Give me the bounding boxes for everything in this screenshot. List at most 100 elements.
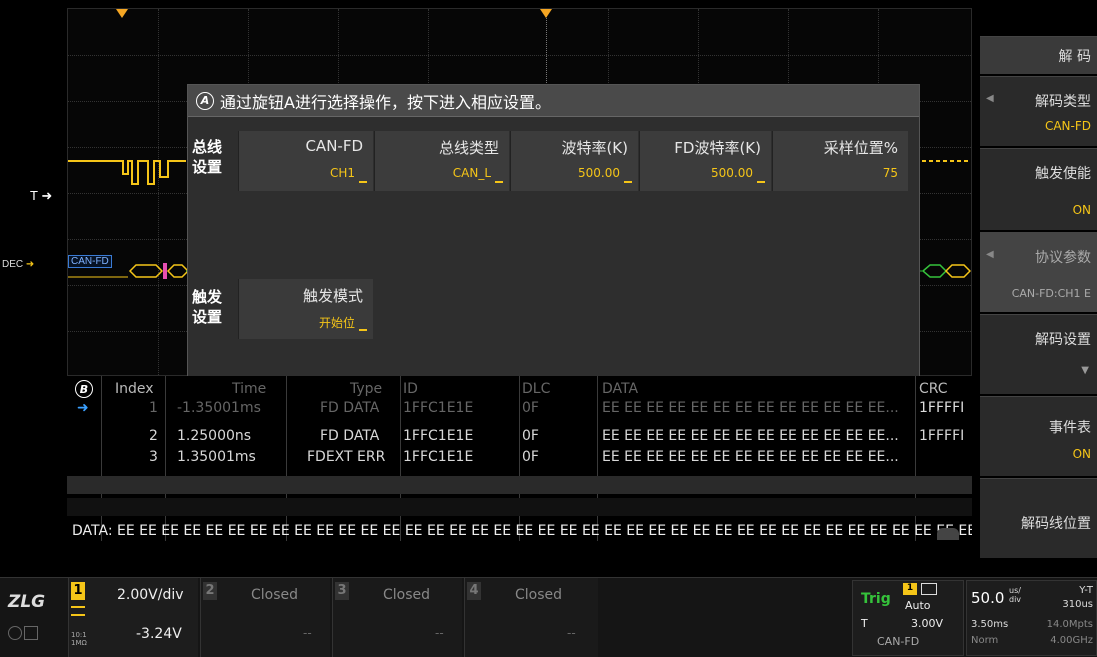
timebase-panel[interactable]: 50.0 us/div Y-T 310us 3.50ms 14.0Mpts No… <box>966 580 1097 656</box>
cell-title: 触发模式 <box>302 287 363 305</box>
ch2-status: Closed <box>251 587 299 603</box>
cell-index: 3 <box>149 449 158 465</box>
time-unit: us/div <box>1009 586 1021 604</box>
ch1-offset: -3.24V <box>136 626 182 642</box>
menu-item-decode-settings[interactable]: 解码设置 ▼ <box>980 314 1097 394</box>
decode-bus-tag: CAN-FD <box>68 255 112 268</box>
brand-logo: ZLG <box>8 592 46 612</box>
menu-item-label: 触发使能 <box>1035 166 1091 182</box>
dropdown-caret-icon <box>359 329 367 331</box>
screenshot-icon[interactable] <box>24 626 38 640</box>
status-bar: ZLG 1 10:1 1MΩ 2.00V/div -3.24V 2 Closed … <box>0 577 1097 657</box>
ch4-badge: 4 <box>467 582 481 600</box>
menu-title-text: 解 码 <box>1058 49 1091 65</box>
ch4-status: Closed <box>515 587 563 603</box>
menu-item-label: 事件表 <box>1049 420 1091 436</box>
trigger-level-marker[interactable]: T ➜ <box>30 188 52 204</box>
table-scrollbar[interactable] <box>937 528 959 540</box>
impedance: 1MΩ <box>71 639 87 647</box>
dropdown-caret-icon <box>359 181 367 183</box>
time-scale: 50.0 <box>971 589 1005 607</box>
menu-item-label: 协议参数 <box>1035 250 1091 266</box>
sample-rate: 4.00GHz <box>1050 635 1093 646</box>
cell-title: 总线类型 <box>438 139 499 157</box>
acquire-mode: Norm <box>971 635 999 646</box>
ch3-panel[interactable]: 3 Closed -- <box>332 578 462 657</box>
cell-id: 1FFC1E1E <box>403 449 474 465</box>
knob-a-icon: A <box>196 91 214 110</box>
ch1-badge: 1 <box>71 582 85 600</box>
ch2-offset: -- <box>303 626 312 640</box>
sample-point-field[interactable]: 采样位置% 75 <box>772 131 908 191</box>
menu-item-value: ON <box>1072 203 1091 217</box>
cell-dlc: 0F <box>522 428 539 444</box>
table-row[interactable]: 3 1.35001ms FDEXT ERR 1FFC1E1E 0F EE EE … <box>67 449 972 467</box>
menu-item-value: CAN-FD <box>1044 119 1091 133</box>
trigger-label: T <box>30 188 38 203</box>
menu-item-label: 解码线位置 <box>1021 516 1091 532</box>
menu-item-event-table[interactable]: 事件表 ON <box>980 396 1097 476</box>
table-row[interactable]: 2 1.25000ns FD DATA 1FFC1E1E 0F EE EE EE… <box>67 428 972 446</box>
softkey-menu: 解 码 ◀ 解码类型 CAN-FD 触发使能 ON ◀ 协议参数 CAN-FD:… <box>972 0 1097 580</box>
cell-crc: 1FFFFI <box>919 428 965 444</box>
trigger-mode-select[interactable]: 触发模式 开始位 <box>238 279 373 339</box>
ch1-panel[interactable]: 1 10:1 1MΩ 2.00V/div -3.24V <box>68 578 198 657</box>
dropdown-caret-icon <box>495 181 503 183</box>
decode-settings-dialog: A 通过旋钮A进行选择操作，按下进入相应设置。 总线 设置 CAN-FD CH1… <box>187 84 920 396</box>
cell-index: 1 <box>149 400 158 416</box>
time-unit-top: us/ <box>1009 586 1021 595</box>
col-header: DLC <box>522 381 551 397</box>
arrow-left-icon: ◀ <box>986 249 994 260</box>
display-mode: Y-T <box>1079 585 1093 596</box>
ch3-badge: 3 <box>335 582 349 600</box>
ch2-panel[interactable]: 2 Closed -- <box>200 578 330 657</box>
cell-value: CH1 <box>329 166 355 180</box>
table-row[interactable]: ➜ 1 -1.35001ms FD DATA 1FFC1E1E 0F EE EE… <box>67 400 972 418</box>
baud-rate-field[interactable]: 波特率(K) 500.00 <box>510 131 638 191</box>
cell-title: 波特率(K) <box>561 139 628 157</box>
ch4-offset: -- <box>567 626 576 640</box>
probe-ratio: 10:1 <box>71 631 87 639</box>
bus-type-select[interactable]: 总线类型 CAN_L <box>374 131 509 191</box>
table-row[interactable] <box>67 498 972 516</box>
ch3-offset: -- <box>435 626 444 640</box>
cell-dlc: 0F <box>522 449 539 465</box>
memory-depth: 14.0Mpts <box>1046 619 1093 630</box>
arrow-right-icon: ➜ <box>37 188 53 203</box>
table-row[interactable] <box>67 476 972 494</box>
col-header: ID <box>403 381 418 397</box>
cell-dlc: 0F <box>522 400 539 416</box>
menu-item-label: 解码类型 <box>1035 94 1091 110</box>
arrow-left-icon: ◀ <box>986 93 994 104</box>
cell-title: 采样位置% <box>823 139 898 157</box>
menu-item-trigger-enable[interactable]: 触发使能 ON <box>980 148 1097 230</box>
decode-line-marker[interactable]: DEC ➜ <box>2 259 34 270</box>
trigger-panel[interactable]: Trig 1 Auto T 3.00V CAN-FD <box>852 580 964 656</box>
cell-title: FD波特率(K) <box>674 139 761 157</box>
cell-type: FDEXT ERR <box>307 449 386 465</box>
decode-event-table[interactable]: B Index Time Type ID DLC DATA CRC ➜ 1 -1… <box>67 376 976 541</box>
coupling-icon <box>71 606 85 616</box>
cell-data: EE EE EE EE EE EE EE EE EE EE EE EE EE..… <box>602 400 899 416</box>
trig-source-badge: 1 <box>903 583 917 595</box>
menu-item-value: CAN-FD:CH1 E <box>1011 287 1091 300</box>
menu-item-label: 解码设置 <box>1035 332 1091 348</box>
fd-baud-rate-field[interactable]: FD波特率(K) 500.00 <box>639 131 771 191</box>
ch4-panel[interactable]: 4 Closed -- <box>464 578 598 657</box>
cell-value: 开始位 <box>318 316 355 330</box>
horizontal-position: 310us <box>1062 599 1093 610</box>
search-icon[interactable] <box>8 626 22 640</box>
cell-crc: 1FFFFI <box>919 400 965 416</box>
protocol-select[interactable]: CAN-FD CH1 <box>238 131 373 191</box>
time-unit-bottom: div <box>1009 595 1022 604</box>
table-header: Index Time Type ID DLC DATA CRC <box>67 381 972 399</box>
menu-item-protocol-params[interactable]: ◀ 协议参数 CAN-FD:CH1 E <box>980 232 1097 312</box>
menu-item-decode-line-position[interactable]: 解码线位置 <box>980 478 1097 558</box>
cell-id: 1FFC1E1E <box>403 428 474 444</box>
arrow-right-icon: ➜ <box>23 259 35 270</box>
col-header: Type <box>350 381 383 397</box>
col-header: Time <box>232 381 267 397</box>
ch1-scale: 2.00V/div <box>117 587 184 603</box>
menu-item-decode-type[interactable]: ◀ 解码类型 CAN-FD <box>980 76 1097 146</box>
cell-data: EE EE EE EE EE EE EE EE EE EE EE EE EE..… <box>602 449 899 465</box>
